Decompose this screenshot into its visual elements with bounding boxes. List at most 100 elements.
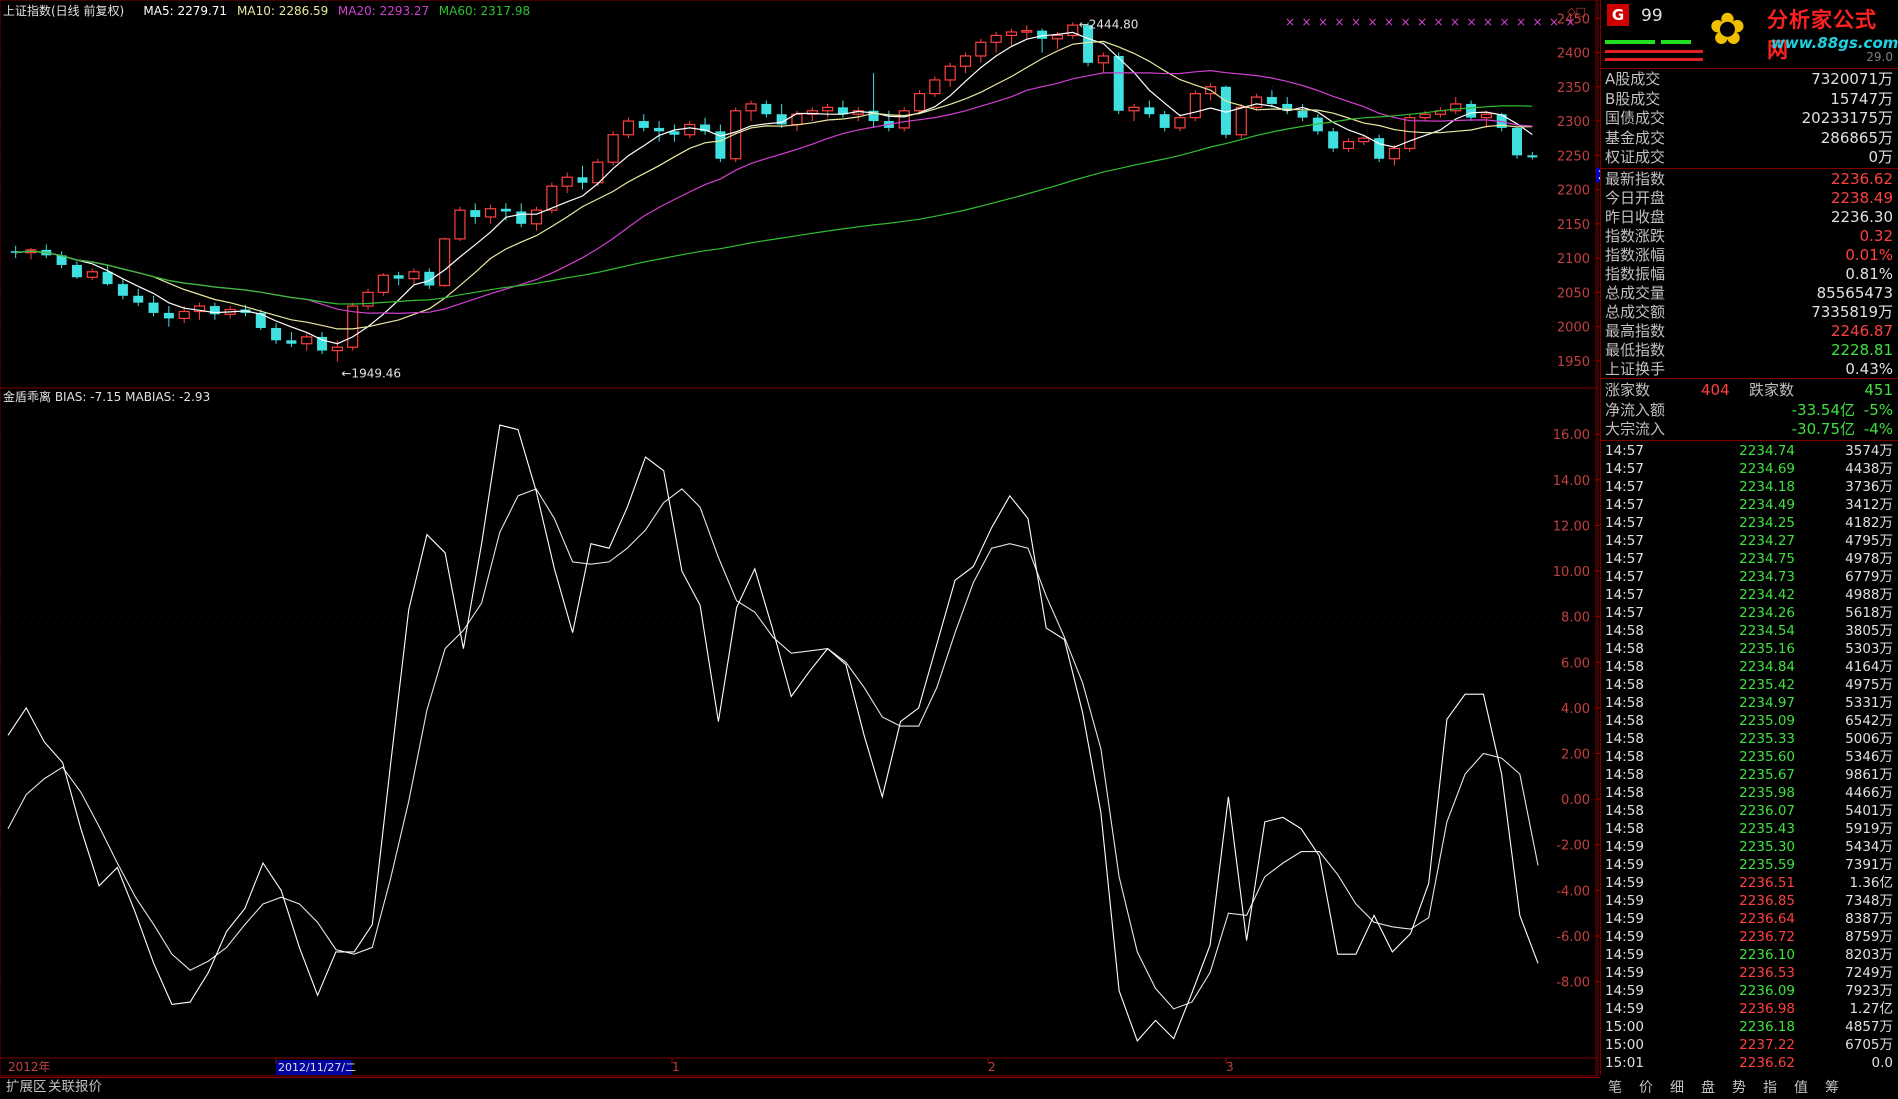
candle-up[interactable]: [1005, 31, 1018, 37]
candle-up[interactable]: [178, 310, 190, 319]
tick-row[interactable]: 14:57 2234.75 4978万: [1601, 550, 1898, 568]
candle-up[interactable]: [377, 274, 389, 293]
candle-up[interactable]: [1174, 117, 1186, 129]
candle-up[interactable]: [1051, 34, 1064, 40]
candle-down[interactable]: [1297, 110, 1308, 118]
tick-row[interactable]: 14:58 2235.43 5919万: [1601, 820, 1898, 838]
tick-row[interactable]: 14:59 2236.64 8387万: [1601, 910, 1898, 928]
candle-down[interactable]: [1113, 55, 1124, 111]
candle-down[interactable]: [393, 275, 404, 279]
tick-row[interactable]: 14:57 2234.27 4795万: [1601, 532, 1898, 550]
tick-row[interactable]: 15:00 2236.18 4857万: [1601, 1018, 1898, 1036]
tick-row[interactable]: 14:58 2235.67 9861万: [1601, 766, 1898, 784]
tick-row[interactable]: 14:57 2234.42 4988万: [1601, 586, 1898, 604]
candle-up[interactable]: [1128, 106, 1140, 112]
candle-up[interactable]: [990, 34, 1002, 43]
tick-row[interactable]: 14:58 2235.42 4975万: [1601, 676, 1898, 694]
candle-up[interactable]: [822, 106, 834, 112]
tick-row[interactable]: 14:59 2236.72 8759万: [1601, 928, 1898, 946]
panel-tab[interactable]: 盘: [1701, 1077, 1715, 1097]
tick-row[interactable]: 14:57 2234.18 3736万: [1601, 478, 1898, 496]
candle-up[interactable]: [1358, 137, 1370, 143]
candle-down[interactable]: [1144, 107, 1155, 115]
candle-up[interactable]: [408, 271, 420, 280]
tab-related-quotes[interactable]: 关联报价: [48, 1078, 102, 1096]
tick-row[interactable]: 14:59 2235.30 5434万: [1601, 838, 1898, 856]
candle-down[interactable]: [271, 327, 282, 341]
candle-up[interactable]: [1342, 141, 1355, 150]
panel-tab[interactable]: 值: [1794, 1077, 1808, 1097]
candle-up[interactable]: [454, 209, 466, 240]
candle-down[interactable]: [470, 210, 481, 217]
tick-row[interactable]: 14:57 2234.73 6779万: [1601, 568, 1898, 586]
candle-down[interactable]: [71, 264, 82, 278]
panel-tab[interactable]: 价: [1639, 1077, 1653, 1097]
candle-down[interactable]: [102, 271, 113, 285]
candle-up[interactable]: [1250, 96, 1263, 108]
candle-up[interactable]: [607, 134, 619, 163]
candle-down[interactable]: [1266, 97, 1277, 104]
tick-row[interactable]: 14:58 2235.33 5006万: [1601, 730, 1898, 748]
candle-up[interactable]: [1480, 113, 1492, 119]
panel-tab[interactable]: 指: [1763, 1077, 1777, 1097]
candle-down[interactable]: [1037, 30, 1048, 39]
tick-row[interactable]: 15:00 2237.22 6705万: [1601, 1036, 1898, 1054]
candle-up[interactable]: [561, 176, 573, 187]
candle-down[interactable]: [133, 295, 144, 303]
candle-up[interactable]: [484, 208, 497, 218]
tick-row[interactable]: 14:58 2235.09 6542万: [1601, 712, 1898, 730]
candle-up[interactable]: [684, 123, 696, 136]
candle-up[interactable]: [1235, 106, 1247, 136]
tick-row[interactable]: 14:59 2236.85 7348万: [1601, 892, 1898, 910]
candle-down[interactable]: [638, 121, 649, 128]
candle-up[interactable]: [331, 346, 343, 352]
tick-row[interactable]: 14:58 2235.16 5303万: [1601, 640, 1898, 658]
candle-up[interactable]: [1189, 93, 1201, 119]
tick-row[interactable]: 14:59 2236.10 8203万: [1601, 946, 1898, 964]
candle-up[interactable]: [1419, 113, 1431, 119]
candle-up[interactable]: [1097, 55, 1109, 64]
candle-down[interactable]: [148, 302, 159, 313]
tick-row[interactable]: 14:58 2234.97 5331万: [1601, 694, 1898, 712]
candle-down[interactable]: [286, 340, 297, 344]
candle-up[interactable]: [86, 271, 98, 278]
candle-up[interactable]: [745, 103, 757, 112]
tick-row[interactable]: 14:59 2235.59 7391万: [1601, 856, 1898, 874]
g-badge[interactable]: G: [1607, 4, 1629, 26]
candle-down[interactable]: [163, 312, 174, 319]
candle-up[interactable]: [975, 41, 987, 57]
candle-up[interactable]: [944, 65, 956, 81]
candle-down[interactable]: [1328, 131, 1339, 149]
candle-down[interactable]: [1512, 127, 1523, 156]
panel-tab[interactable]: 细: [1670, 1077, 1684, 1097]
candle-down[interactable]: [761, 103, 772, 115]
candle-down[interactable]: [317, 336, 328, 351]
candle-down[interactable]: [1466, 103, 1477, 118]
tick-row[interactable]: 14:58 2234.54 3805万: [1601, 622, 1898, 640]
tick-row[interactable]: 14:58 2235.98 4466万: [1601, 784, 1898, 802]
candle-up[interactable]: [1388, 147, 1401, 160]
tick-row[interactable]: 14:57 2234.26 5618万: [1601, 604, 1898, 622]
candle-up[interactable]: [929, 79, 941, 95]
tick-row[interactable]: 14:59 2236.09 7923万: [1601, 982, 1898, 1000]
tick-row[interactable]: 14:58 2236.07 5401万: [1601, 802, 1898, 820]
panel-tab[interactable]: 筹: [1825, 1077, 1839, 1097]
candle-down[interactable]: [516, 211, 527, 224]
tick-row[interactable]: 14:59 2236.53 7249万: [1601, 964, 1898, 982]
tick-row[interactable]: 14:57 2234.74 3574万: [1601, 442, 1898, 460]
candle-down[interactable]: [500, 208, 511, 212]
tick-row[interactable]: 14:57 2234.25 4182万: [1601, 514, 1898, 532]
candle-down[interactable]: [1159, 114, 1170, 128]
tab-extended-area[interactable]: 扩展区: [6, 1078, 47, 1096]
candle-down[interactable]: [577, 177, 588, 183]
panel-tab[interactable]: 势: [1732, 1077, 1746, 1097]
candle-up[interactable]: [959, 55, 972, 67]
candle-down[interactable]: [117, 284, 128, 296]
candle-down[interactable]: [654, 127, 665, 132]
tick-row[interactable]: 14:59 2236.51 1.36亿: [1601, 874, 1898, 892]
panel-tab[interactable]: 笔: [1608, 1077, 1622, 1097]
tick-row[interactable]: 14:59 2236.98 1.27亿: [1601, 1000, 1898, 1018]
candle-up[interactable]: [1021, 30, 1033, 33]
tick-row[interactable]: 15:01 2236.62 0.0: [1601, 1054, 1898, 1072]
candle-up[interactable]: [439, 238, 451, 287]
